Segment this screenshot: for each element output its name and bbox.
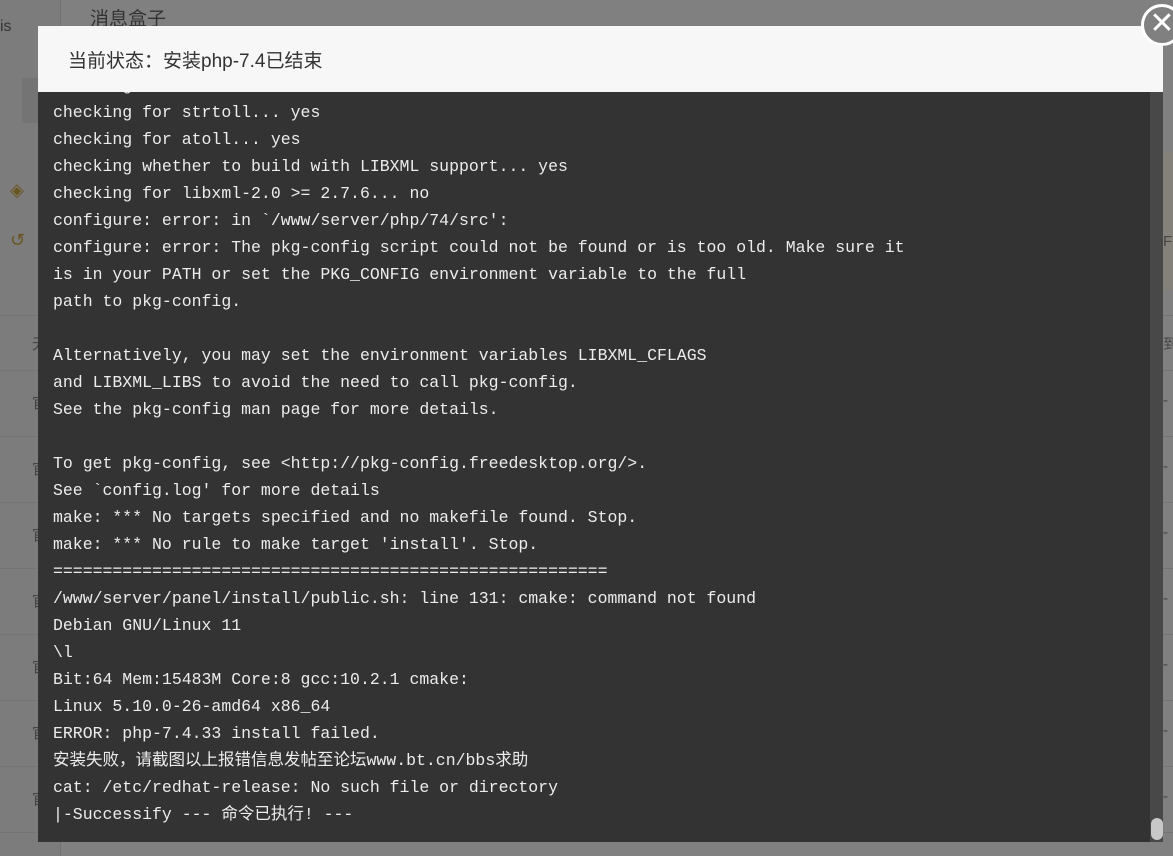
dialog-title: 当前状态：安装php-7.4已结束: [68, 50, 323, 72]
table-cell: -: [1163, 788, 1168, 805]
log-line: Bit:64 Mem:15483M Core:8 gcc:10.2.1 cmak…: [53, 670, 469, 689]
log-line: \l: [53, 643, 73, 662]
dialog-header: 当前状态：安装php-7.4已结束: [38, 26, 1163, 92]
log-scrollbar[interactable]: [1150, 92, 1163, 842]
log-line: See the pkg-config man page for more det…: [53, 400, 499, 419]
log-line: checking for strtoll... yes: [53, 103, 321, 122]
table-cell: -: [1163, 656, 1168, 673]
log-line: ========================================…: [53, 562, 608, 581]
log-line: configure: error: in `/www/server/php/74…: [53, 211, 509, 230]
log-line: ERROR: php-7.4.33 install failed.: [53, 724, 380, 743]
install-log-dialog: 当前状态：安装php-7.4已结束 checking for ioth... n…: [38, 26, 1163, 842]
log-line: make: *** No rule to make target 'instal…: [53, 535, 539, 554]
log-line: checking for libxml-2.0 >= 2.7.6... no: [53, 184, 430, 203]
log-line: and LIBXML_LIBS to avoid the need to cal…: [53, 373, 578, 392]
log-line: /www/server/panel/install/public.sh: lin…: [53, 589, 757, 608]
log-line: checking for atoll... yes: [53, 130, 301, 149]
log-line: path to pkg-config.: [53, 292, 242, 311]
log-line: 安装失败，请截图以上报错信息发帖至论坛www.bt.cn/bbs求助: [53, 751, 529, 770]
log-line: make: *** No targets specified and no ma…: [53, 508, 638, 527]
table-cell: -: [1163, 590, 1168, 607]
log-line: configure: error: The pkg-config script …: [53, 238, 905, 257]
enterprise-diamond-icon: ◈: [10, 180, 24, 200]
log-line: Debian GNU/Linux 11: [53, 616, 242, 635]
log-line: See `config.log' for more details: [53, 481, 380, 500]
log-output-area[interactable]: checking for ioth... no checking for strt…: [38, 92, 1150, 842]
table-cell: -: [1163, 458, 1168, 475]
log-line: checking whether to build with LIBXML su…: [53, 157, 568, 176]
log-line: checking for ioth... no: [53, 92, 905, 99]
table-header-cell: 到: [1163, 336, 1173, 353]
table-cell: -: [1163, 722, 1168, 739]
log-output: checking for ioth... no checking for strt…: [53, 92, 905, 828]
log-line: To get pkg-config, see <http://pkg-confi…: [53, 454, 648, 473]
history-bolt-icon: ↺: [10, 230, 26, 250]
table-cell: -: [1163, 392, 1168, 409]
log-line: Linux 5.10.0-26-amd64 x86_64: [53, 697, 331, 716]
notice-text: F: [1163, 233, 1173, 250]
log-line: |-Successify --- 命令已执行! ---: [53, 805, 354, 824]
sidebar-text: is: [0, 18, 12, 35]
table-cell: -: [1163, 524, 1168, 541]
scrollbar-thumb[interactable]: [1151, 818, 1163, 840]
log-line: cat: /etc/redhat-release: No such file o…: [53, 778, 558, 797]
log-line: Alternatively, you may set the environme…: [53, 346, 707, 365]
log-line: is in your PATH or set the PKG_CONFIG en…: [53, 265, 747, 284]
